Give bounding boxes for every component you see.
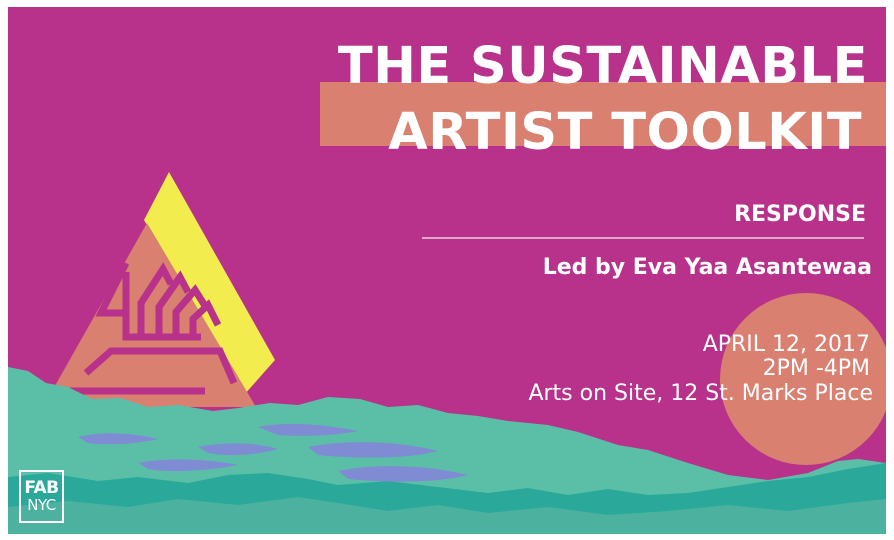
logo-text-nyc: NYC [27, 496, 56, 514]
title-line-2: ARTIST TOOLKIT [388, 103, 862, 162]
logo-text-fab: FAB [24, 478, 59, 498]
event-poster: THE SUSTAINABLE ARTIST TOOLKIT RESPONSE … [0, 0, 894, 540]
fabnyc-logo: FAB NYC [19, 470, 64, 523]
event-time: 2PM -4PM [762, 356, 870, 381]
leader-line: Led by Eva Yaa Asantewaa [542, 255, 872, 280]
event-date: APRIL 12, 2017 [702, 332, 870, 357]
title-line-1: THE SUSTAINABLE [337, 37, 868, 96]
event-location: Arts on Site, 12 St. Marks Place [528, 381, 873, 406]
session-name: RESPONSE [734, 202, 866, 227]
